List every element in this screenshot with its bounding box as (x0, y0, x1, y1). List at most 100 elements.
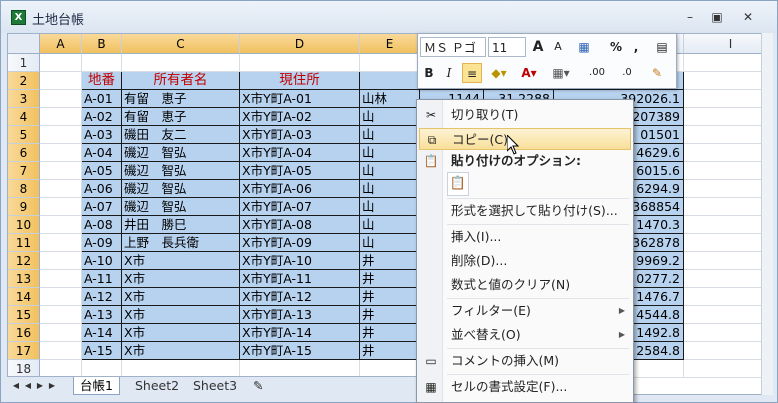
row-header[interactable]: 10 (8, 216, 40, 234)
table-cell[interactable]: 山 (360, 180, 420, 198)
row-header[interactable]: 5 (8, 126, 40, 144)
empty-cell[interactable] (40, 162, 82, 180)
empty-cell[interactable] (40, 180, 82, 198)
table-header-cell[interactable] (360, 72, 420, 90)
font-color-icon[interactable]: A▾ (516, 63, 542, 83)
decrease-decimal-icon[interactable]: .0 (614, 63, 640, 83)
table-cell[interactable]: A-03 (82, 126, 122, 144)
column-header[interactable]: B (82, 34, 122, 54)
table-cell[interactable]: 磯辺 智弘 (122, 198, 240, 216)
menu-item[interactable]: ✂ 切り取り(T) (419, 104, 631, 126)
row-header[interactable]: 4 (8, 108, 40, 126)
table-cell[interactable]: 山 (360, 108, 420, 126)
table-cell[interactable]: 有留 恵子 (122, 90, 240, 108)
empty-cell[interactable] (40, 234, 82, 252)
format-painter-icon[interactable]: ✎ (646, 63, 668, 83)
menu-item[interactable]: 挿入(I)... (419, 226, 631, 248)
empty-cell[interactable] (40, 108, 82, 126)
shrink-font-icon[interactable]: A (550, 37, 566, 57)
table-cell[interactable]: A-11 (82, 270, 122, 288)
empty-cell[interactable] (40, 90, 82, 108)
prev-sheet-icon[interactable]: ◀ (23, 381, 33, 391)
row-header[interactable]: 9 (8, 198, 40, 216)
table-header-cell[interactable]: 地番 (82, 72, 122, 90)
empty-cell[interactable] (40, 288, 82, 306)
table-cell[interactable]: A-02 (82, 108, 122, 126)
empty-cell[interactable] (40, 252, 82, 270)
table-cell[interactable]: X市 (122, 270, 240, 288)
table-cell[interactable]: X市Y町A-04 (240, 144, 360, 162)
menu-item[interactable]: 形式を選択して貼り付け(S)... (419, 200, 631, 222)
empty-cell[interactable] (684, 306, 772, 324)
column-header[interactable]: C (122, 34, 240, 54)
table-cell[interactable]: 磯辺 智弘 (122, 162, 240, 180)
table-cell[interactable]: X市Y町A-09 (240, 234, 360, 252)
empty-cell[interactable] (40, 144, 82, 162)
minimize-icon[interactable]: – (679, 9, 701, 25)
menu-item[interactable]: 数式と値のクリア(N) (419, 274, 631, 296)
empty-cell[interactable] (240, 54, 360, 72)
table-cell[interactable]: A-01 (82, 90, 122, 108)
percent-style-icon[interactable]: % (608, 37, 624, 57)
table-cell[interactable]: X市 (122, 306, 240, 324)
empty-cell[interactable] (40, 216, 82, 234)
insert-sheet-icon[interactable]: ✎ (247, 377, 269, 395)
sheet-tab[interactable]: Sheet2 (129, 377, 185, 395)
accounting-format-icon[interactable]: ▦ (572, 37, 596, 57)
empty-cell[interactable] (684, 198, 772, 216)
table-cell[interactable]: X市 (122, 342, 240, 360)
empty-cell[interactable] (684, 342, 772, 360)
column-header[interactable]: I (684, 34, 772, 54)
row-header[interactable]: 8 (8, 180, 40, 198)
empty-cell[interactable] (40, 306, 82, 324)
table-cell[interactable]: 山 (360, 198, 420, 216)
table-cell[interactable]: 山林 (360, 90, 420, 108)
menu-item[interactable]: 削除(D)... (419, 250, 631, 272)
table-cell[interactable]: X市Y町A-08 (240, 216, 360, 234)
menu-item[interactable]: 並べ替え(O) ▶ (419, 324, 631, 346)
table-header-cell[interactable]: 現住所 (240, 72, 360, 90)
empty-cell[interactable] (40, 72, 82, 90)
menu-item[interactable]: ▦ セルの書式設定(F)... (419, 376, 631, 398)
table-cell[interactable]: A-10 (82, 252, 122, 270)
table-cell[interactable]: A-12 (82, 288, 122, 306)
table-cell[interactable]: 磯田 友二 (122, 126, 240, 144)
table-cell[interactable]: X市Y町A-06 (240, 180, 360, 198)
empty-cell[interactable] (684, 90, 772, 108)
empty-cell[interactable] (82, 54, 122, 72)
table-cell[interactable]: A-09 (82, 234, 122, 252)
table-cell[interactable]: A-13 (82, 306, 122, 324)
empty-cell[interactable] (40, 54, 82, 72)
empty-cell[interactable] (684, 144, 772, 162)
table-cell[interactable]: 上野 長兵衛 (122, 234, 240, 252)
table-header-cell[interactable]: 所有者名 (122, 72, 240, 90)
table-cell[interactable]: 山 (360, 126, 420, 144)
empty-cell[interactable] (40, 324, 82, 342)
row-header[interactable]: 16 (8, 324, 40, 342)
table-cell[interactable]: X市Y町A-12 (240, 288, 360, 306)
italic-icon[interactable]: I (440, 63, 458, 83)
empty-cell[interactable] (40, 342, 82, 360)
empty-cell[interactable] (684, 54, 772, 72)
comma-style-icon[interactable]: , (628, 37, 644, 57)
empty-cell[interactable] (40, 126, 82, 144)
table-cell[interactable]: X市Y町A-13 (240, 306, 360, 324)
table-cell[interactable]: X市Y町A-05 (240, 162, 360, 180)
next-sheet-icon[interactable]: ▶ (35, 381, 45, 391)
bold-icon[interactable]: B (420, 63, 438, 83)
row-header[interactable]: 15 (8, 306, 40, 324)
row-header[interactable]: 7 (8, 162, 40, 180)
table-cell[interactable]: A-07 (82, 198, 122, 216)
empty-cell[interactable] (684, 72, 772, 90)
table-cell[interactable]: A-15 (82, 342, 122, 360)
vertical-scrollbar[interactable] (761, 33, 773, 395)
empty-cell[interactable] (40, 270, 82, 288)
row-header[interactable]: 6 (8, 144, 40, 162)
row-header[interactable]: 11 (8, 234, 40, 252)
font-name-box[interactable]: ＭＳ Ｐゴ (420, 37, 486, 57)
row-header[interactable]: 12 (8, 252, 40, 270)
sheet-tab[interactable]: Sheet3 (187, 377, 243, 395)
empty-cell[interactable] (684, 234, 772, 252)
table-cell[interactable]: X市Y町A-15 (240, 342, 360, 360)
grow-font-icon[interactable]: A (530, 37, 546, 57)
